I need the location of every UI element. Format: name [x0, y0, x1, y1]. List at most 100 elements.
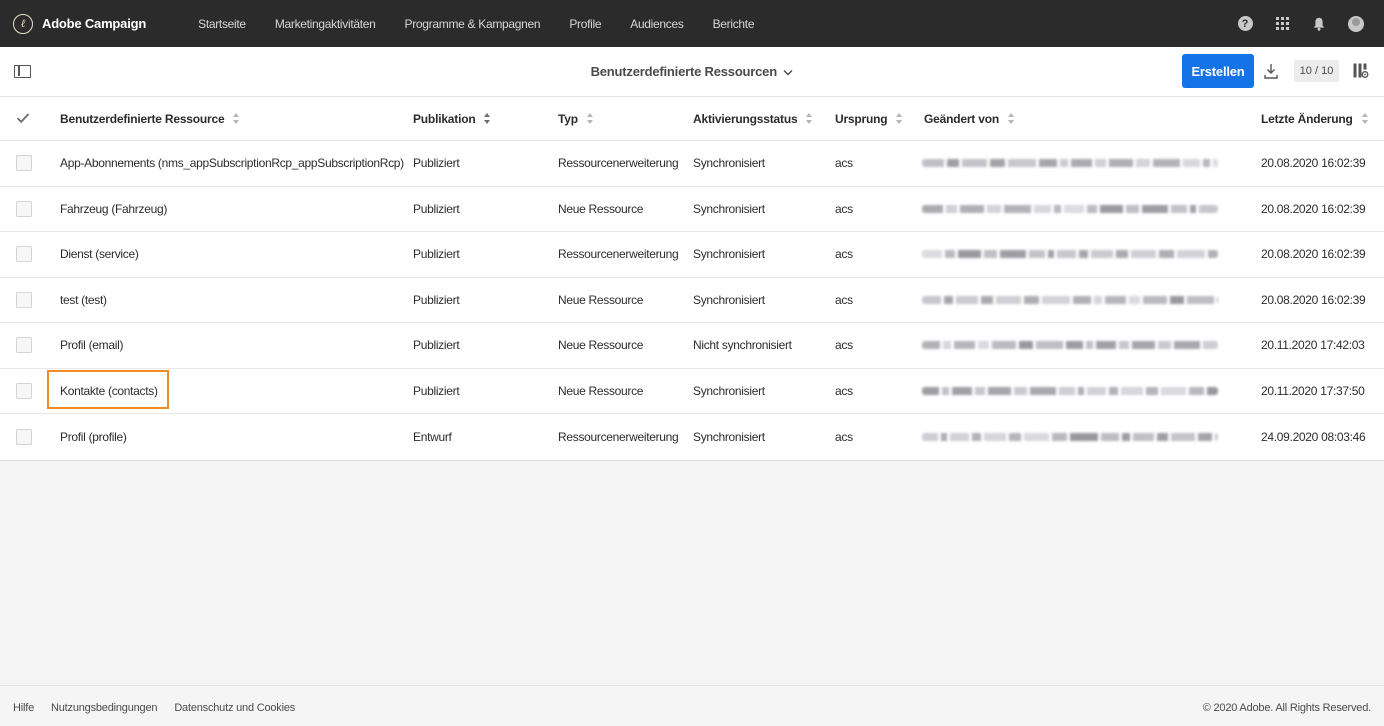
cell-resource-name[interactable]: Profil (profile) — [60, 430, 127, 444]
sort-icon — [483, 113, 492, 125]
column-header-last-change[interactable]: Letzte Änderung — [1261, 112, 1370, 126]
cell-publication: Publiziert — [413, 292, 460, 307]
cell-last-change: 20.08.2020 16:02:39 — [1261, 247, 1366, 262]
table-row[interactable]: App-Abonnements (nms_appSubscriptionRcp_… — [0, 141, 1384, 187]
row-checkbox[interactable] — [16, 155, 32, 172]
cell-last-change: 24.09.2020 08:03:46 — [1261, 429, 1366, 444]
nav-item-programme-kampagnen[interactable]: Programme & Kampagnen — [405, 17, 541, 31]
row-checkbox[interactable] — [16, 246, 32, 263]
row-checkbox[interactable] — [16, 200, 32, 217]
cell-publication: Entwurf — [413, 429, 452, 444]
sort-icon — [586, 113, 595, 125]
cell-publication: Publiziert — [413, 338, 460, 353]
brand-name: Adobe Campaign — [42, 16, 147, 31]
page-title[interactable]: Benutzerdefinierte Ressourcen — [0, 64, 1384, 79]
cell-activation-status: Synchronisiert — [693, 383, 765, 398]
cell-activation-status: Synchronisiert — [693, 292, 765, 307]
cell-type: Ressourcenerweiterung — [558, 156, 679, 171]
cell-type: Ressourcenerweiterung — [558, 247, 679, 262]
redacted-modified-by — [922, 341, 1218, 350]
table-body: App-Abonnements (nms_appSubscriptionRcp_… — [0, 141, 1384, 460]
table-row[interactable]: Profil (profile) Entwurf Ressourcenerweite… — [0, 414, 1384, 460]
table-row[interactable]: Dienst (service) Publiziert Ressourcenerwe… — [0, 232, 1384, 278]
row-checkbox[interactable] — [16, 291, 32, 308]
redacted-modified-by — [922, 204, 1218, 213]
column-header-type[interactable]: Typ — [558, 112, 595, 126]
brand[interactable]: ℓ Adobe Campaign — [13, 13, 147, 34]
adobe-campaign-logo-icon: ℓ — [13, 13, 33, 34]
page-title-text: Benutzerdefinierte Ressourcen — [590, 64, 778, 79]
user-avatar-icon[interactable] — [1348, 15, 1364, 32]
redacted-modified-by — [922, 432, 1218, 441]
bell-icon[interactable] — [1311, 16, 1327, 32]
cell-activation-status: Synchronisiert — [693, 156, 765, 171]
cell-origin: acs — [835, 201, 853, 216]
cell-activation-status: Nicht synchronisiert — [693, 338, 792, 353]
column-header-publication[interactable]: Publikation — [413, 112, 492, 126]
redacted-modified-by — [922, 159, 1218, 168]
column-settings-icon[interactable] — [1353, 63, 1369, 79]
cell-activation-status: Synchronisiert — [693, 247, 765, 262]
column-header-resource[interactable]: Benutzerdefinierte Ressource — [60, 112, 241, 126]
row-checkbox[interactable] — [16, 337, 32, 354]
cell-resource-name[interactable]: Dienst (service) — [60, 247, 139, 261]
cell-origin: acs — [835, 156, 853, 171]
cell-type: Neue Ressource — [558, 292, 644, 307]
row-checkbox[interactable] — [16, 428, 32, 445]
cell-type: Neue Ressource — [558, 383, 644, 398]
column-header-modified-by[interactable]: Geändert von — [924, 112, 1016, 126]
column-header-activation-status[interactable]: Aktivierungsstatus — [693, 112, 814, 126]
main-nav: Startseite Marketingaktivitäten Programm… — [198, 17, 783, 31]
sort-icon — [232, 113, 241, 125]
download-icon[interactable] — [1263, 62, 1279, 80]
cell-last-change: 20.08.2020 16:02:39 — [1261, 156, 1366, 171]
cell-type: Neue Ressource — [558, 338, 644, 353]
redacted-modified-by — [922, 250, 1218, 259]
cell-publication: Publiziert — [413, 383, 460, 398]
footer-links: Hilfe Nutzungsbedingungen Datenschutz un… — [13, 702, 295, 714]
cell-type: Neue Ressource — [558, 201, 644, 216]
nav-item-startseite[interactable]: Startseite — [198, 17, 246, 31]
action-bar: Benutzerdefinierte Ressourcen Erstellen … — [0, 47, 1384, 97]
column-header-origin[interactable]: Ursprung — [835, 112, 904, 126]
cell-origin: acs — [835, 338, 853, 353]
cell-origin: acs — [835, 292, 853, 307]
cell-origin: acs — [835, 247, 853, 262]
footer-link-terms[interactable]: Nutzungsbedingungen — [51, 702, 157, 714]
footer-link-privacy[interactable]: Datenschutz und Cookies — [174, 702, 295, 714]
table-row[interactable]: Profil (email) Publiziert Neue Ressource Ni… — [0, 323, 1384, 369]
cell-last-change: 20.08.2020 16:02:39 — [1261, 201, 1366, 216]
cell-resource-name[interactable]: Fahrzeug (Fahrzeug) — [60, 202, 167, 216]
table-header: Benutzerdefinierte Ressource Publikation… — [0, 97, 1384, 141]
redacted-modified-by — [922, 386, 1218, 395]
cell-type: Ressourcenerweiterung — [558, 429, 679, 444]
nav-item-audiences[interactable]: Audiences — [630, 17, 684, 31]
help-icon[interactable]: ? — [1237, 16, 1253, 32]
cell-resource-name[interactable]: test (test) — [60, 293, 107, 307]
apps-grid-icon[interactable] — [1274, 16, 1290, 32]
nav-item-marketingaktivitaeten[interactable]: Marketingaktivitäten — [275, 17, 376, 31]
cell-publication: Publiziert — [413, 156, 460, 171]
cell-publication: Publiziert — [413, 247, 460, 262]
footer: Hilfe Nutzungsbedingungen Datenschutz un… — [0, 685, 1384, 726]
table-row[interactable]: Fahrzeug (Fahrzeug) Publiziert Neue Ressou… — [0, 187, 1384, 232]
chevron-down-icon — [783, 70, 793, 76]
footer-link-help[interactable]: Hilfe — [13, 702, 34, 714]
cell-publication: Publiziert — [413, 201, 460, 216]
cell-last-change: 20.11.2020 17:42:03 — [1261, 338, 1365, 353]
cell-resource-name[interactable]: App-Abonnements (nms_appSubscriptionRcp_… — [60, 156, 404, 170]
table-row[interactable]: test (test) Publiziert Neue Ressource Synch… — [0, 278, 1384, 323]
row-checkbox[interactable] — [16, 382, 32, 399]
cell-resource-name[interactable]: Profil (email) — [60, 338, 123, 352]
cell-origin: acs — [835, 383, 853, 398]
select-all-checkmark-icon[interactable] — [16, 111, 30, 125]
cell-activation-status: Synchronisiert — [693, 429, 765, 444]
table-row[interactable]: Kontakte (contacts) Publiziert Neue Ressou… — [0, 369, 1384, 414]
nav-item-profile[interactable]: Profile — [569, 17, 601, 31]
highlight-box — [47, 370, 169, 409]
sort-icon — [805, 113, 814, 125]
resources-table: Benutzerdefinierte Ressource Publikation… — [0, 97, 1384, 461]
sort-icon — [1361, 113, 1370, 125]
nav-item-berichte[interactable]: Berichte — [713, 17, 755, 31]
create-button[interactable]: Erstellen — [1182, 54, 1254, 88]
